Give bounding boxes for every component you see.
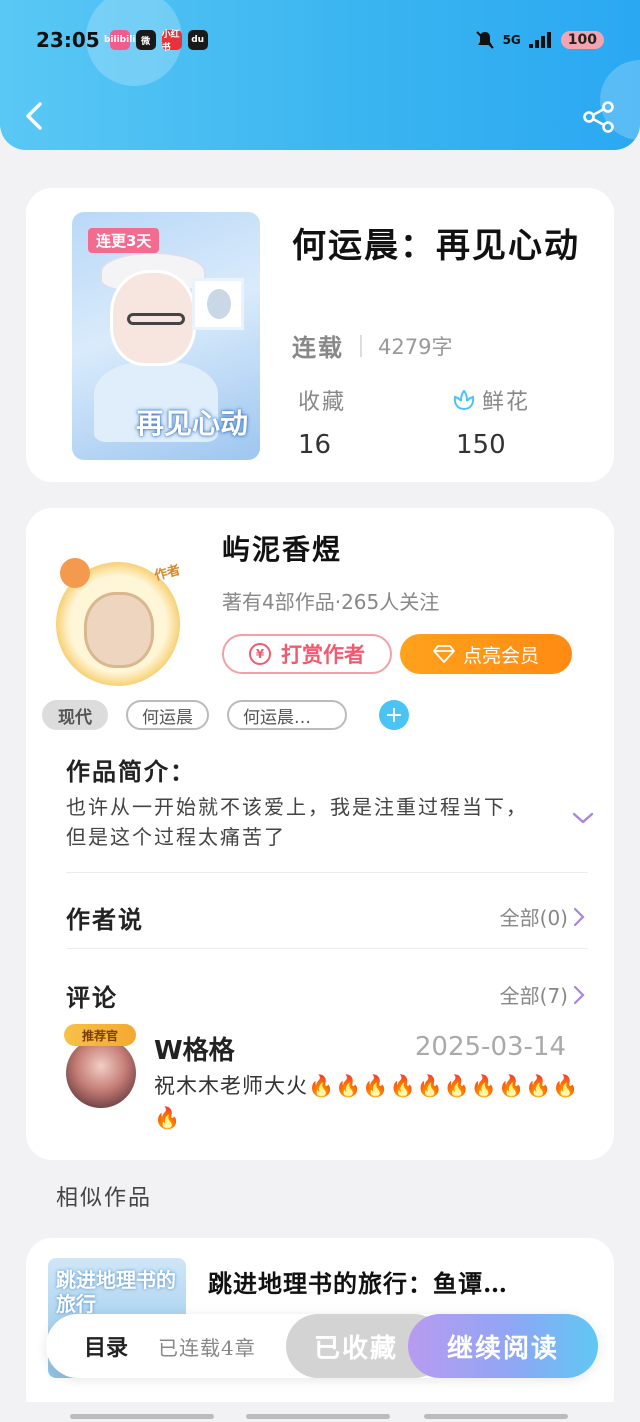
similar-works-title: 相似作品	[56, 1186, 153, 1211]
chevron-right-icon	[573, 985, 585, 1004]
mute-bell-icon	[475, 31, 494, 49]
cover-photo-frame	[192, 278, 244, 330]
author-avatar[interactable]: 作者	[50, 556, 186, 686]
network-type: 5G	[502, 33, 521, 47]
bilibili-app-icon: bilibili	[104, 30, 135, 50]
intro-text[interactable]: 也许从一开始就不该爱上，我是注重过程当下，但是这个过程太痛苦了	[66, 792, 546, 852]
tag-genre[interactable]: 现代	[42, 700, 108, 730]
flower-count: 150	[456, 430, 506, 460]
author-says-title: 作者说	[66, 905, 144, 934]
bottom-action-bar: 目录 已连载4章 已收藏 继续阅读	[46, 1314, 598, 1378]
commenter-name[interactable]: W格格	[154, 1030, 235, 1067]
cover-figure-face	[110, 270, 196, 366]
recommender-badge: 推荐官	[64, 1024, 136, 1046]
signal-icon	[528, 32, 551, 48]
top-header: 23:05 bilibili 微 小红书 du 5G 100	[0, 0, 640, 150]
status-time: 23:05	[36, 28, 100, 52]
wechat-app-icon: 微	[135, 30, 156, 50]
battery-indicator: 100	[560, 31, 604, 49]
back-button[interactable]	[20, 98, 50, 134]
toc-button[interactable]: 目录	[84, 1330, 128, 1362]
comment-date: 2025-03-14	[414, 1032, 566, 1062]
diamond-icon	[433, 645, 455, 663]
word-count: 4279字	[378, 334, 453, 359]
tip-author-label: 打赏作者	[281, 643, 365, 667]
tag-character[interactable]: 何运晨	[126, 700, 209, 730]
flower-icon	[453, 389, 475, 411]
expand-chevron-icon[interactable]	[570, 808, 596, 828]
vip-label: 点亮会员	[462, 644, 539, 667]
add-tag-button[interactable]: +	[379, 700, 409, 730]
author-name[interactable]: 屿泥香煜	[222, 528, 342, 568]
comments-count: 全部(7)	[499, 984, 568, 1008]
similar-work-title: 跳进地理书的旅行：鱼谭…	[208, 1269, 508, 1298]
dewu-app-icon: du	[187, 30, 208, 50]
collect-stat: 收藏 16	[298, 384, 346, 460]
strip-segment	[424, 1414, 568, 1419]
tag-character-more[interactable]: 何运晨…	[227, 700, 347, 730]
tag-list: 现代 何运晨 何运晨… +	[42, 700, 409, 730]
author-stats: 著有4部作品·265人关注	[222, 590, 440, 614]
book-meta: 连载 4279字	[292, 328, 452, 363]
author-says-count: 全部(0)	[499, 906, 568, 930]
collect-label: 收藏	[298, 390, 347, 415]
comment-text[interactable]: 祝木木老师大火🔥🔥🔥🔥🔥🔥🔥🔥🔥🔥🔥	[154, 1070, 584, 1134]
strip-segment	[70, 1414, 214, 1419]
update-streak-badge: 连更3天	[88, 228, 160, 253]
book-cover[interactable]: 连更3天 再见心动	[72, 212, 260, 460]
author-badge: 作者	[153, 562, 183, 585]
serial-status: 连载	[292, 333, 344, 362]
avatar-portrait	[84, 592, 154, 668]
flower-label: 鲜花	[482, 390, 531, 415]
intro-title: 作品简介：	[66, 757, 196, 786]
continue-reading-button[interactable]: 继续阅读	[408, 1314, 598, 1378]
tip-author-button[interactable]: ¥ 打赏作者	[222, 634, 392, 674]
vip-button[interactable]: 点亮会员	[400, 634, 572, 674]
strip-segment	[246, 1414, 390, 1419]
meta-divider	[360, 334, 362, 357]
commenter-photo	[66, 1038, 136, 1108]
cover-title-art: 再见心动	[136, 407, 249, 440]
yen-icon: ¥	[249, 643, 271, 665]
divider	[66, 948, 588, 949]
bottom-system-strip	[0, 1402, 640, 1422]
similar-cover-title-art: 跳进地理书的旅行	[56, 1268, 176, 1316]
book-info-card: 连更3天 再见心动 何运晨：再见心动 连载 4279字 收藏 16 鲜花 150	[26, 188, 614, 482]
flower-stat[interactable]: 鲜花 150	[452, 384, 530, 460]
xiaohongshu-app-icon: 小红书	[161, 30, 182, 53]
chevron-right-icon	[573, 907, 585, 926]
comments-all-link[interactable]: 全部(7)	[500, 980, 586, 1009]
commenter-avatar[interactable]: 推荐官	[62, 1024, 138, 1108]
collect-count: 16	[298, 430, 332, 460]
author-says-all-link[interactable]: 全部(0)	[500, 902, 586, 931]
book-title: 何运晨：再见心动	[292, 226, 580, 266]
share-button[interactable]	[582, 100, 616, 134]
divider	[66, 872, 588, 873]
comments-title: 评论	[66, 983, 118, 1012]
chapter-count: 已连载4章	[158, 1336, 256, 1360]
status-bar: 23:05 bilibili 微 小红书 du 5G 100	[0, 20, 640, 60]
author-card: 作者 屿泥香煜 著有4部作品·265人关注 ¥ 打赏作者 点亮会员 现代 何运晨…	[26, 508, 614, 1160]
avatar-flower-decor	[60, 558, 90, 588]
